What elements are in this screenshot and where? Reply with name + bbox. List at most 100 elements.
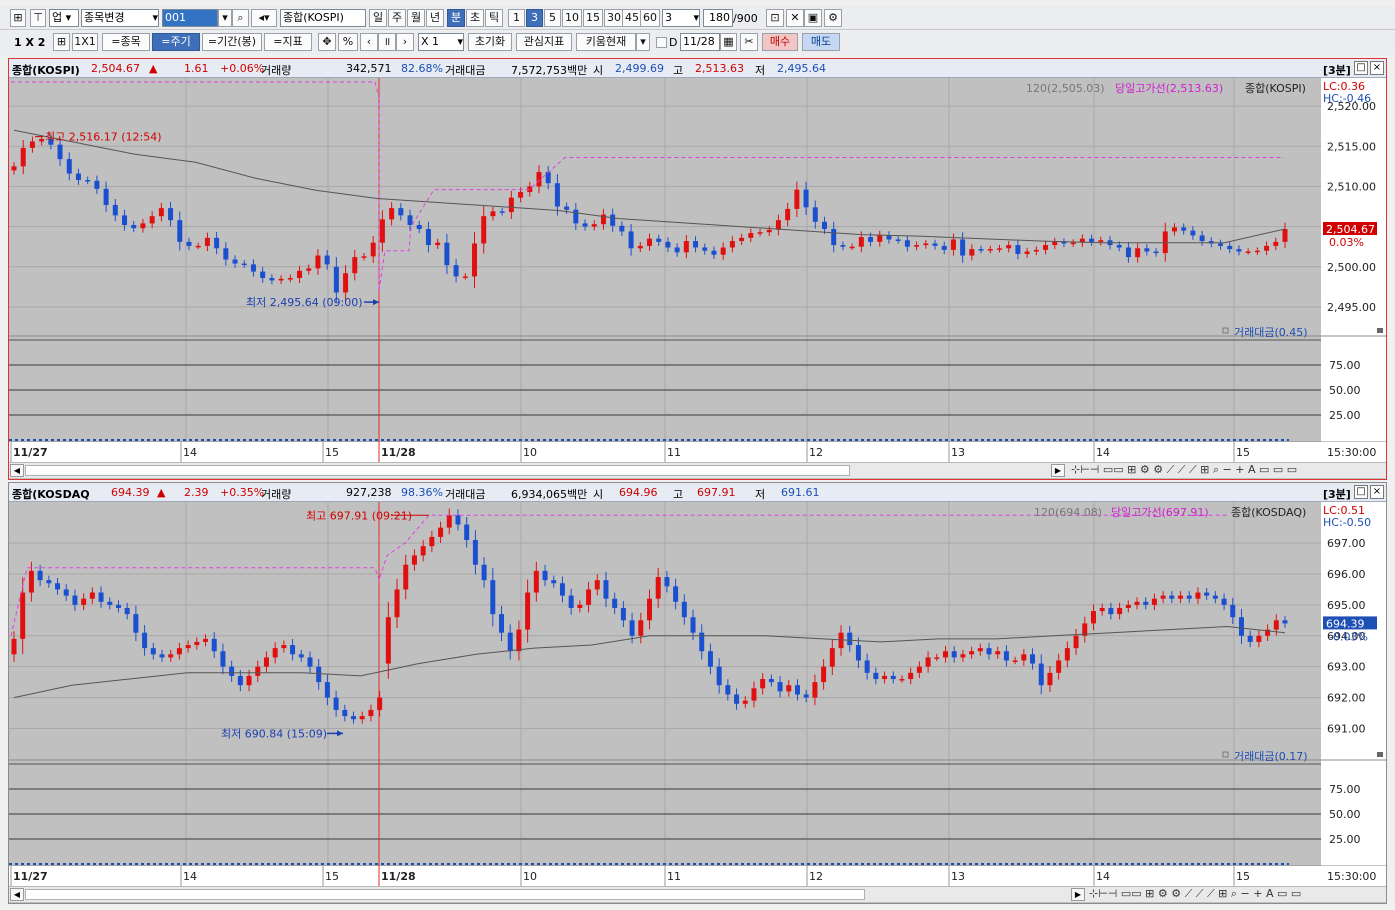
candle (1098, 240, 1104, 242)
code-input[interactable]: 001 (162, 9, 218, 27)
save-icon[interactable]: ▣ (804, 9, 822, 27)
candle (760, 679, 766, 689)
candle (638, 620, 644, 636)
candle (37, 570, 43, 581)
search-icon[interactable]: ⌕ (232, 9, 249, 27)
d-checkbox[interactable] (656, 37, 667, 48)
candle (1073, 635, 1079, 649)
kospi-plot-area[interactable]: 2,520.002,515.002,510.002,505.002,500.00… (9, 78, 1386, 479)
interval-5[interactable]: 5 (544, 9, 561, 27)
candle (729, 241, 735, 248)
percent-button[interactable]: % (338, 33, 358, 51)
period-button[interactable]: =주기 (152, 33, 200, 51)
candle (63, 589, 69, 596)
candle (573, 209, 579, 224)
gear-icon[interactable]: ⚙ (824, 9, 842, 27)
period-day[interactable]: 일 (369, 9, 387, 27)
window-icon[interactable]: ⊞ (10, 9, 26, 27)
interval-30[interactable]: 30 (604, 9, 624, 27)
last-pct-label: 0.03% (1329, 236, 1364, 249)
kospi-chart-panel: 종합(KOSPI) 2,504.67 ▲ 1.61 +0.06% 거래량 342… (8, 58, 1387, 480)
maximize-icon[interactable]: □ (1354, 485, 1368, 499)
indicator-button[interactable]: =지표 (264, 33, 312, 51)
candle (786, 685, 792, 692)
candle (453, 265, 459, 277)
market-select[interactable]: 업 ▾ (49, 9, 79, 27)
candle (610, 214, 616, 226)
scroll-right-icon[interactable]: ▶ (1051, 464, 1065, 477)
chart-tools-icons[interactable]: ⊹⊢⊣ ▭▭ ⊞ ⚙ ⚙ ⟋ ⟋ ⟋ ⊞ ⌕ − + A ▭ ▭ (1089, 887, 1301, 901)
candle (407, 215, 413, 225)
x-tick-label: 11/27 (13, 870, 48, 883)
interval-3[interactable]: 3 (526, 9, 543, 27)
period-year[interactable]: 년 (426, 9, 444, 27)
grid-1x1-button[interactable]: 1X1 (72, 33, 98, 51)
candle (757, 232, 763, 234)
candle (803, 694, 809, 698)
code-dropdown-icon[interactable]: ▾ (218, 9, 232, 27)
candle (1099, 607, 1105, 612)
item-button[interactable]: =종목 (102, 33, 150, 51)
scroll-thumb[interactable] (25, 889, 865, 900)
period-second[interactable]: 초 (466, 9, 484, 27)
scroll-left-icon[interactable]: ◀ (10, 888, 24, 901)
pin-icon[interactable]: ⊤ (30, 9, 46, 27)
kiwoom-dropdown-icon[interactable]: ▾ (636, 33, 650, 51)
period-week[interactable]: 주 (388, 9, 406, 27)
close-icon[interactable]: × (1370, 61, 1384, 75)
candle (1238, 617, 1244, 636)
close-icon[interactable]: × (1370, 485, 1384, 499)
candle (586, 589, 592, 605)
candle (20, 592, 26, 639)
reset-button[interactable]: 초기화 (468, 33, 512, 51)
maximize-icon[interactable]: □ (1354, 61, 1368, 75)
candle (150, 648, 156, 655)
kosdaq-scrollbar[interactable]: ◀ ▶ ⊹⊢⊣ ▭▭ ⊞ ⚙ ⚙ ⟋ ⟋ ⟋ ⊞ ⌕ − + A ▭ ▭ (9, 886, 1386, 902)
sound-icon[interactable]: ◂▾ (251, 9, 277, 27)
sell-button[interactable]: 매도 (802, 33, 840, 51)
prev-icon[interactable]: ‹ (360, 33, 378, 51)
open-label: 시 (593, 64, 604, 77)
kosdaq-plot-area[interactable]: 697.00 696.00 695.00 694.00 693.00 692.00 691.… (9, 502, 1386, 903)
next-icon[interactable]: › (396, 33, 414, 51)
count-input[interactable]: 180 (703, 9, 733, 27)
interval-10[interactable]: 10 (562, 9, 582, 27)
period-minute[interactable]: 분 (447, 9, 465, 27)
interval-input[interactable]: 3 ▾ (662, 9, 700, 27)
network-icon[interactable]: ⊡ (766, 9, 784, 27)
candle (829, 648, 835, 667)
range-button[interactable]: =기간(봉) (202, 33, 262, 51)
interval-1[interactable]: 1 (508, 9, 525, 27)
scroll-right-icon[interactable]: ▶ (1071, 888, 1085, 901)
interval-60[interactable]: 60 (640, 9, 660, 27)
period-month[interactable]: 월 (407, 9, 425, 27)
scroll-left-icon[interactable]: ◀ (10, 464, 24, 477)
scroll-thumb[interactable] (25, 465, 850, 476)
interval-15[interactable]: 15 (583, 9, 603, 27)
chart-tools-icons[interactable]: ⊹⊢⊣ ▭▭ ⊞ ⚙ ⚙ ⟋ ⟋ ⟋ ⊞ ⌕ − + A ▭ ▭ ▭ (1071, 463, 1297, 477)
buy-button[interactable]: 매수 (762, 33, 798, 51)
calendar-icon[interactable]: ▦ (720, 33, 737, 51)
scissors-icon[interactable]: ✂ (740, 33, 758, 51)
period-tick[interactable]: 틱 (485, 9, 503, 27)
legend-name: 종합(KOSPI) (1245, 82, 1306, 95)
item-title: 종합(KOSPI) (12, 64, 80, 77)
candle (821, 666, 827, 683)
pause-icon[interactable]: ॥ (378, 33, 396, 51)
multiplier-select[interactable]: X 1 ▾ (418, 33, 464, 51)
candle (472, 539, 478, 565)
layout-label[interactable]: 1 X 2 (14, 36, 45, 49)
watch-indicator-button[interactable]: 관심지표 (516, 33, 572, 51)
move-icon[interactable]: ✥ (318, 33, 336, 51)
high-value: 2,513.63 (695, 62, 744, 75)
candle (204, 237, 210, 246)
crosshair-icon[interactable]: ✕ (786, 9, 804, 27)
grid-icon[interactable]: ⊞ (53, 33, 70, 51)
candle (81, 598, 87, 605)
interval-45[interactable]: 45 (622, 9, 642, 27)
candle (628, 231, 634, 249)
kiwoom-current-button[interactable]: 키움현재 (576, 33, 636, 51)
kospi-scrollbar[interactable]: ◀ ▶ ⊹⊢⊣ ▭▭ ⊞ ⚙ ⚙ ⟋ ⟋ ⟋ ⊞ ⌕ − + A ▭ ▭ ▭ (9, 462, 1386, 478)
item-change-select[interactable]: 종목변경 ▾ (81, 9, 159, 27)
date-input[interactable]: 11/28 (680, 33, 720, 51)
